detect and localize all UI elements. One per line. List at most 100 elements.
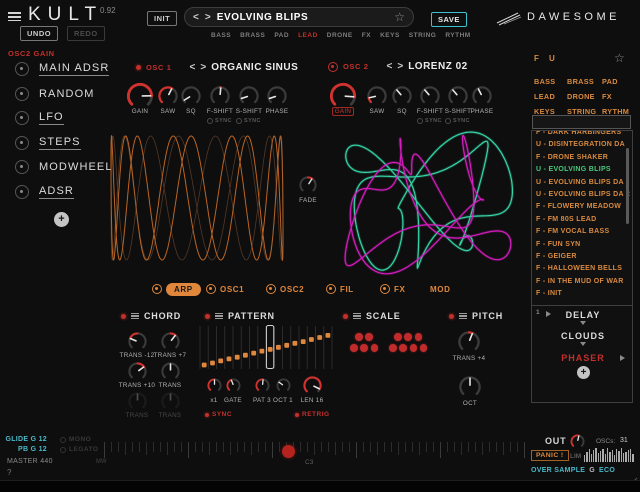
mod-ring-icon[interactable] <box>15 62 29 76</box>
pattern-step-13[interactable] <box>309 337 314 342</box>
scale-active-led[interactable] <box>343 314 348 319</box>
preset-tag-drone[interactable]: DRONE <box>327 32 353 39</box>
scale-note-dot[interactable] <box>371 344 379 352</box>
pattern-step-9[interactable] <box>276 345 281 350</box>
pattern-active-led[interactable] <box>205 314 210 319</box>
mod-ring-icon[interactable] <box>15 111 29 125</box>
fade-knob[interactable] <box>298 175 318 195</box>
filter-user-button[interactable]: U <box>549 54 555 63</box>
preset-item-12[interactable]: F - IN THE MUD OF WAR <box>532 276 632 288</box>
scale-note-dot[interactable] <box>355 333 363 341</box>
osc1-knob-saw[interactable] <box>157 85 179 107</box>
oversample-label[interactable]: OVER SAMPLE <box>531 467 585 474</box>
scale-note-dot[interactable] <box>389 344 397 352</box>
save-button[interactable]: SAVE <box>431 12 467 27</box>
chord-active-led[interactable] <box>121 314 126 319</box>
tab-osc2[interactable]: OSC2 <box>266 282 304 296</box>
filter-favorites-icon[interactable]: ☆ <box>614 52 625 64</box>
scale-note-dot[interactable] <box>360 344 368 352</box>
legato-toggle[interactable]: LEGATO <box>60 446 98 453</box>
osc1-knob-s-shift[interactable] <box>238 85 260 107</box>
preset-tag-bass[interactable]: BASS <box>211 32 231 39</box>
osc2-model-name[interactable]: LORENZ 02 <box>408 61 468 72</box>
preset-tag-lead[interactable]: LEAD <box>298 32 318 39</box>
fx-slot-phaser[interactable]: PHASER <box>538 353 628 363</box>
pattern-step-11[interactable] <box>293 341 298 346</box>
fx-slot-delay[interactable]: DELAY <box>538 310 628 320</box>
tab-osc1[interactable]: OSC1 <box>206 282 244 296</box>
osc2-knob-phase[interactable] <box>471 85 493 107</box>
preset-item-8[interactable]: F - FM VOCAL BASS <box>532 226 632 238</box>
mod-ring-icon[interactable] <box>15 185 29 199</box>
scale-note-dot[interactable] <box>399 344 407 352</box>
preset-item-3[interactable]: U - EVOLVING BLIPS <box>532 164 632 176</box>
scale-note-dot[interactable] <box>365 333 373 341</box>
osc2-sync-s-shift[interactable]: SYNC <box>445 118 470 124</box>
osc1-knob-sq[interactable] <box>180 85 202 107</box>
oversample-value[interactable]: G <box>589 467 595 474</box>
preset-tag-string[interactable]: STRING <box>409 32 437 39</box>
pattern-step-1[interactable] <box>210 361 215 366</box>
chord-knob-2[interactable] <box>127 361 148 382</box>
osc1-sync-s-shift[interactable]: SYNC <box>236 118 261 124</box>
pitch-knob-trans[interactable] <box>457 330 481 354</box>
preset-item-7[interactable]: F - FM 80S LEAD <box>532 214 632 226</box>
scale-note-dot[interactable] <box>420 344 428 352</box>
add-fx-button[interactable]: + <box>577 366 590 379</box>
redo-button[interactable]: REDO <box>67 26 105 41</box>
pattern-step-12[interactable] <box>301 339 306 344</box>
osc2-model-prev-icon[interactable]: < <box>387 61 393 72</box>
preset-tag-fx[interactable]: FX <box>362 32 371 39</box>
mod-slot-adsr[interactable]: ADSR <box>15 185 74 199</box>
fx-expand-icon[interactable] <box>580 321 586 325</box>
undo-button[interactable]: UNDO <box>20 26 58 41</box>
category-fx[interactable]: FX <box>602 92 612 101</box>
fx-slot-clouds[interactable]: CLOUDS <box>538 331 628 341</box>
preset-list[interactable]: F - DARK HARBINGERSU - DISINTEGRATION DA… <box>531 130 633 306</box>
osc2-sync-f-shift[interactable]: SYNC <box>417 118 442 124</box>
mod-slot-random[interactable]: RANDOM <box>15 87 95 101</box>
category-pad[interactable]: PAD <box>602 77 618 86</box>
chord-knob-4[interactable] <box>127 391 148 412</box>
chord-knob-5[interactable] <box>160 391 181 412</box>
preset-item-9[interactable]: F - FUN SYN <box>532 239 632 251</box>
pattern-step-15[interactable] <box>326 333 331 338</box>
preset-item-6[interactable]: F - FLOWERY MEADOW <box>532 201 632 213</box>
osc1-knob-gain[interactable] <box>126 82 154 110</box>
category-brass[interactable]: BRASS <box>567 77 594 86</box>
mod-slot-main-adsr[interactable]: MAIN ADSR <box>15 62 109 76</box>
scale-menu-icon[interactable] <box>353 311 361 320</box>
pattern-step-grid[interactable] <box>199 324 333 371</box>
chord-knob-0[interactable] <box>127 331 148 352</box>
mod-ring-icon[interactable] <box>15 136 29 150</box>
main-menu-icon[interactable] <box>8 10 21 24</box>
pattern-step-0[interactable] <box>202 363 207 368</box>
preset-item-0[interactable]: F - DARK HARBINGERS <box>532 130 632 139</box>
keyboard-note-marker[interactable] <box>282 445 295 458</box>
pattern-step-10[interactable] <box>284 343 289 348</box>
chord-knob-3[interactable] <box>160 361 181 382</box>
preset-tag-brass[interactable]: BRASS <box>240 32 265 39</box>
pattern-knob-len-16[interactable] <box>302 375 323 396</box>
osc1-model-name[interactable]: ORGANIC SINUS <box>211 62 298 73</box>
preset-tag-keys[interactable]: KEYS <box>380 32 400 39</box>
scale-note-dot[interactable] <box>410 344 418 352</box>
pattern-step-5[interactable] <box>243 353 248 358</box>
preset-item-4[interactable]: U - EVOLVING BLIPS DA <box>532 177 632 189</box>
out-knob[interactable] <box>569 433 586 450</box>
preset-tag-rythm[interactable]: RYTHM <box>445 32 470 39</box>
preset-search-input[interactable] <box>532 115 631 129</box>
osc2-knob-s-shift[interactable] <box>447 85 469 107</box>
pattern-step-14[interactable] <box>317 335 322 340</box>
pattern-knob-pat-3[interactable] <box>254 377 271 394</box>
pitch-active-led[interactable] <box>449 314 454 319</box>
osc1-model-prev-icon[interactable]: < <box>190 62 196 73</box>
scale-note-dot[interactable] <box>394 333 402 341</box>
preset-item-11[interactable]: F - HALLOWEEN BELLS <box>532 263 632 275</box>
pattern-step-6[interactable] <box>251 351 256 356</box>
pattern-menu-icon[interactable] <box>215 311 223 320</box>
pattern-step-3[interactable] <box>227 357 232 362</box>
mod-ring-icon[interactable] <box>15 160 29 174</box>
help-button[interactable]: ? <box>7 468 11 477</box>
fx-open-icon[interactable] <box>620 355 625 361</box>
